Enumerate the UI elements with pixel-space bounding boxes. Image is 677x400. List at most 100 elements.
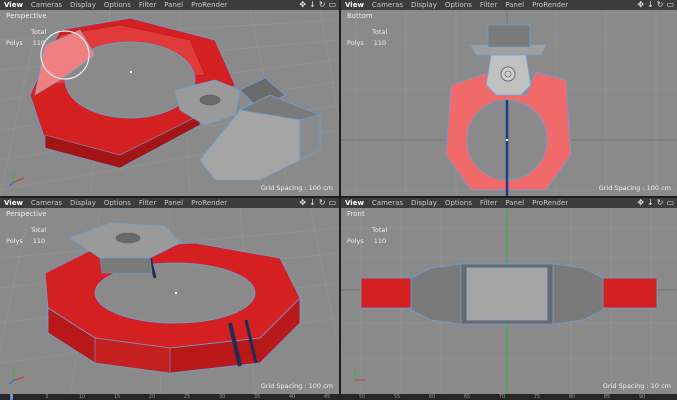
timeline-frame-label: 60	[428, 394, 436, 400]
menu-prorender[interactable]: ProRender	[528, 0, 572, 10]
move-view-icon[interactable]: ✥	[637, 198, 644, 208]
dolly-view-icon[interactable]: ↓	[309, 0, 316, 10]
camera-label: Perspective	[6, 12, 47, 20]
poly-stats: Total Polys 110	[347, 225, 387, 247]
poly-stats: Total Polys 110	[347, 27, 387, 49]
view-navigation-icons: ✥ ↓ ↻ ▭	[637, 0, 674, 10]
menu-view[interactable]: View	[0, 0, 27, 10]
menu-cameras[interactable]: Cameras	[368, 198, 407, 208]
menu-view[interactable]: View	[341, 0, 368, 10]
viewport-scene[interactable]	[0, 0, 339, 196]
viewport-scene[interactable]	[0, 198, 339, 394]
menu-panel[interactable]: Panel	[160, 0, 187, 10]
move-view-icon[interactable]: ✥	[299, 0, 306, 10]
menu-display[interactable]: Display	[407, 0, 441, 10]
viewport-perspective-top-left[interactable]: View Cameras Display Options Filter Pane…	[0, 0, 339, 196]
dolly-view-icon[interactable]: ↓	[647, 198, 654, 208]
timeline-frame-label: 10	[78, 394, 86, 400]
timeline-frame-label: 65	[463, 394, 471, 400]
timeline-frame-label: 90	[638, 394, 646, 400]
timeline-frame-label: 50	[358, 394, 366, 400]
timeline-frame-label: 40	[288, 394, 296, 400]
timeline-frame-label: 80	[568, 394, 576, 400]
menu-filter[interactable]: Filter	[135, 198, 160, 208]
menu-cameras[interactable]: Cameras	[27, 198, 66, 208]
stats-polys-value: 110	[373, 237, 387, 245]
camera-label: Bottom	[347, 12, 373, 20]
dolly-view-icon[interactable]: ↓	[309, 198, 316, 208]
menu-display[interactable]: Display	[66, 0, 100, 10]
stats-total-label: Total	[31, 28, 47, 36]
stats-polys-value: 110	[32, 237, 46, 245]
rotate-view-icon[interactable]: ↻	[657, 0, 664, 10]
timeline-frame-label: 45	[323, 394, 331, 400]
dolly-view-icon[interactable]: ↓	[647, 0, 654, 10]
view-navigation-icons: ✥ ↓ ↻ ▭	[299, 198, 336, 208]
menu-display[interactable]: Display	[66, 198, 100, 208]
stats-polys-label: Polys	[347, 39, 364, 47]
menu-prorender[interactable]: ProRender	[528, 198, 572, 208]
move-view-icon[interactable]: ✥	[637, 0, 644, 10]
maximize-view-icon[interactable]: ▭	[666, 198, 674, 208]
rotate-view-icon[interactable]: ↻	[319, 198, 326, 208]
maximize-view-icon[interactable]: ▭	[666, 0, 674, 10]
menu-options[interactable]: Options	[441, 0, 476, 10]
poly-stats: Total Polys 110	[6, 225, 46, 247]
viewport-scene[interactable]	[341, 0, 677, 196]
viewport-menubar: View Cameras Display Options Filter Pane…	[341, 0, 677, 10]
timeline-frame-label: 70	[498, 394, 506, 400]
grid-spacing: Grid Spacing : 100 cm	[260, 382, 333, 390]
stats-polys-value: 110	[373, 39, 387, 47]
viewport-front[interactable]: View Cameras Display Options Filter Pane…	[341, 198, 677, 394]
view-navigation-icons: ✥ ↓ ↻ ▭	[299, 0, 336, 10]
move-view-icon[interactable]: ✥	[299, 198, 306, 208]
rotate-view-icon[interactable]: ↻	[657, 198, 664, 208]
maximize-view-icon[interactable]: ▭	[328, 0, 336, 10]
timeline-frame-label: 55	[393, 394, 401, 400]
menu-options[interactable]: Options	[441, 198, 476, 208]
stats-total-label: Total	[372, 28, 388, 36]
menu-display[interactable]: Display	[407, 198, 441, 208]
menu-panel[interactable]: Panel	[160, 198, 187, 208]
menu-options[interactable]: Options	[100, 198, 135, 208]
viewport-bottom[interactable]: View Cameras Display Options Filter Pane…	[341, 0, 677, 196]
menu-options[interactable]: Options	[100, 0, 135, 10]
menu-prorender[interactable]: ProRender	[187, 0, 231, 10]
stats-polys-label: Polys	[6, 39, 23, 47]
timeline-frame-label: 85	[603, 394, 611, 400]
viewport-perspective-bottom-left[interactable]: View Cameras Display Options Filter Pane…	[0, 198, 339, 394]
grid-spacing: Grid Spacing : 100 cm	[260, 184, 333, 192]
menu-filter[interactable]: Filter	[476, 0, 501, 10]
camera-label: Front	[347, 210, 365, 218]
menu-filter[interactable]: Filter	[476, 198, 501, 208]
menu-panel[interactable]: Panel	[501, 198, 528, 208]
stats-polys-label: Polys	[6, 237, 23, 245]
view-navigation-icons: ✥ ↓ ↻ ▭	[637, 198, 674, 208]
menu-panel[interactable]: Panel	[501, 0, 528, 10]
camera-label: Perspective	[6, 210, 47, 218]
rotate-view-icon[interactable]: ↻	[319, 0, 326, 10]
viewport-menubar: View Cameras Display Options Filter Pane…	[0, 0, 339, 10]
timeline-frame-label: 0	[10, 394, 14, 400]
menu-prorender[interactable]: ProRender	[187, 198, 231, 208]
stats-polys-value: 110	[32, 39, 46, 47]
menu-view[interactable]: View	[341, 198, 368, 208]
grid-spacing: Grid Spacing : 10 cm	[602, 382, 671, 390]
stats-polys-label: Polys	[347, 237, 364, 245]
menu-view[interactable]: View	[0, 198, 27, 208]
menu-filter[interactable]: Filter	[135, 0, 160, 10]
timeline-frame-label: 35	[253, 394, 261, 400]
maximize-view-icon[interactable]: ▭	[328, 198, 336, 208]
stats-total-label: Total	[372, 226, 388, 234]
timeline-ruler[interactable]: 0 5 10 15 20 25 30 35 40 45 50 55 60 65 70 75 80 85 90	[0, 394, 677, 400]
menu-cameras[interactable]: Cameras	[368, 0, 407, 10]
timeline-frame-label: 20	[148, 394, 156, 400]
stats-total-label: Total	[31, 226, 47, 234]
menu-cameras[interactable]: Cameras	[27, 0, 66, 10]
poly-stats: Total Polys 110	[6, 27, 46, 49]
viewport-menubar: View Cameras Display Options Filter Pane…	[0, 198, 339, 208]
viewport-menubar: View Cameras Display Options Filter Pane…	[341, 198, 677, 208]
viewport-scene[interactable]	[341, 198, 677, 394]
timeline-frame-label: 25	[183, 394, 191, 400]
timeline-frame-label: 5	[45, 394, 49, 400]
